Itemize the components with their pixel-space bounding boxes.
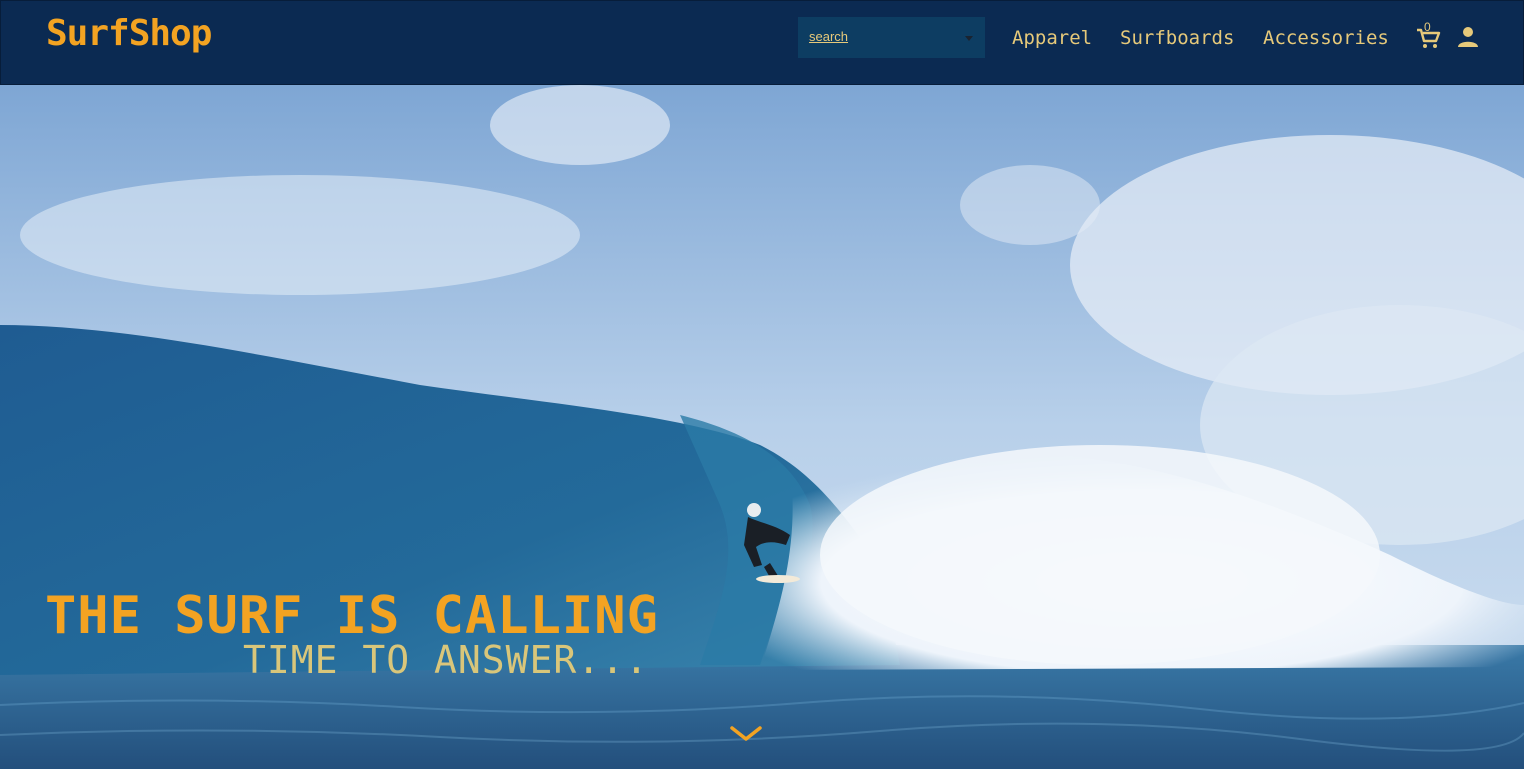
nav-link-accessories[interactable]: Accessories	[1263, 27, 1389, 49]
hero-banner: THE SURF IS CALLING TIME TO ANSWER...	[0, 85, 1524, 769]
nav-link-surfboards[interactable]: Surfboards	[1120, 27, 1234, 49]
cart-button[interactable]: 0	[1415, 20, 1443, 49]
account-button[interactable]	[1456, 25, 1480, 49]
cart-icon	[1417, 28, 1441, 48]
nav-link-apparel[interactable]: Apparel	[1012, 27, 1092, 49]
navbar: SurfShop search Apparel Surfboards Acces…	[0, 0, 1524, 85]
logo[interactable]: SurfShop	[46, 13, 212, 54]
hero-subheadline: TIME TO ANSWER...	[243, 638, 649, 682]
hero-headline: THE SURF IS CALLING	[45, 586, 659, 646]
person-icon	[1458, 27, 1478, 47]
search-placeholder: search	[809, 29, 849, 44]
scroll-down-button[interactable]	[728, 724, 764, 744]
chevron-down-icon	[730, 726, 762, 741]
search-select[interactable]: search	[798, 17, 985, 58]
dropdown-caret-icon	[965, 36, 973, 41]
hero-image	[0, 85, 1524, 769]
